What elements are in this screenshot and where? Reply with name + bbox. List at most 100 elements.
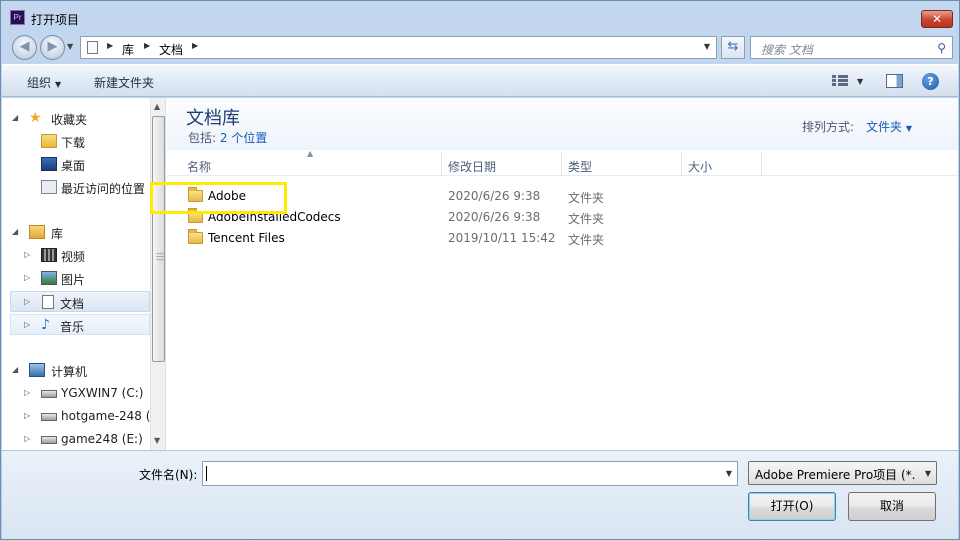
picture-icon <box>41 271 57 285</box>
arrange-by-label: 排列方式: <box>802 120 855 134</box>
drive-icon <box>41 436 57 444</box>
open-button[interactable]: 打开(O) <box>748 492 836 521</box>
title-bar: Pr 打开项目 ✕ <box>1 1 959 35</box>
chevron-down-icon: ▼ <box>905 124 912 133</box>
text-cursor <box>206 466 207 481</box>
collapse-arrow-icon[interactable]: ▷ <box>24 388 30 397</box>
file-name: Tencent Files <box>208 231 285 245</box>
back-button[interactable]: ◀ <box>12 35 37 60</box>
desktop-icon <box>41 157 57 171</box>
sidebar-item-favorites[interactable]: ◢ ★ 收藏夹 <box>10 108 150 129</box>
file-date: 2020/6/26 9:38 <box>448 210 541 224</box>
sidebar-item-pictures[interactable]: ▷ 图片 <box>10 268 150 289</box>
sidebar-item-recent-places[interactable]: 最近访问的位置 <box>10 177 150 198</box>
refresh-icon: ⇆ <box>727 39 739 54</box>
help-icon[interactable]: ? <box>922 73 939 90</box>
close-button[interactable]: ✕ <box>921 10 953 28</box>
sidebar-item-videos[interactable]: ▷ 视频 <box>10 245 150 266</box>
search-input[interactable]: 搜索 文档 <box>761 41 813 58</box>
collapse-arrow-icon[interactable]: ▷ <box>24 434 30 443</box>
video-icon <box>41 248 57 262</box>
arrange-by-value: 文件夹 <box>866 120 903 134</box>
scroll-up-arrow-icon[interactable]: ▲ <box>154 102 160 111</box>
open-project-dialog: Pr 打开项目 ✕ ◀ ▶ ▼ ▶ 库 ▶ 文档 ▶ ▼ ⇆ 搜索 文档 ⚲ 组… <box>0 0 960 540</box>
organize-label: 组织 <box>27 76 52 90</box>
file-row-tencent-files[interactable]: Tencent Files 2019/10/11 15:42 文件夹 <box>185 228 745 249</box>
file-date: 2020/6/26 9:38 <box>448 189 541 203</box>
refresh-button[interactable]: ⇆ <box>721 36 745 59</box>
column-header: ▲ 名称 修改日期 类型 大小 <box>167 149 958 176</box>
forward-button[interactable]: ▶ <box>40 35 65 60</box>
filename-label: 文件名(N): <box>139 468 198 482</box>
breadcrumb-separator-icon[interactable]: ▶ <box>144 41 150 50</box>
document-icon <box>87 41 98 54</box>
view-options-icon[interactable] <box>832 75 848 87</box>
sidebar-item-label: 下载 <box>61 136 86 150</box>
sidebar-item-drive-e[interactable]: ▷ game248 (E:) <box>10 429 150 450</box>
search-icon[interactable]: ⚲ <box>937 41 946 55</box>
breadcrumb-documents[interactable]: 文档 <box>159 41 183 58</box>
filetype-value: Adobe Premiere Pro项目 (*. <box>755 468 916 482</box>
downloads-folder-icon <box>41 134 57 148</box>
scroll-down-arrow-icon[interactable]: ▼ <box>154 436 160 445</box>
expand-arrow-icon[interactable]: ◢ <box>12 227 18 236</box>
cancel-button[interactable]: 取消 <box>848 492 936 521</box>
navigation-pane: ◢ ★ 收藏夹 下载 桌面 最近访问的位置 ◢ 库 ▷ 视频 ▷ 图片 ▷ 文档… <box>2 98 166 450</box>
grip-icon: — — — <box>156 249 164 264</box>
command-toolbar: 组织 ▼ 新建文件夹 ▼ ? <box>2 64 958 97</box>
scroll-thumb[interactable]: — — — <box>152 116 165 362</box>
sidebar-item-desktop[interactable]: 桌面 <box>10 154 150 175</box>
sidebar-item-documents[interactable]: ▷ 文档 <box>10 291 150 312</box>
filename-input[interactable]: ▼ <box>202 461 738 486</box>
preview-pane-icon[interactable] <box>886 74 903 88</box>
column-modified-date[interactable]: 修改日期 <box>442 152 562 176</box>
includes-locations-link[interactable]: 2 个位置 <box>220 131 267 145</box>
file-list-pane: 文档库 包括: 2 个位置 排列方式: 文件夹 ▼ ▲ 名称 修改日期 类型 大… <box>167 98 958 450</box>
file-date: 2019/10/11 15:42 <box>448 231 556 245</box>
file-type: 文件夹 <box>568 212 605 226</box>
sidebar-item-downloads[interactable]: 下载 <box>10 131 150 152</box>
sidebar-item-computer[interactable]: ◢ 计算机 <box>10 360 150 381</box>
sidebar-item-libraries[interactable]: ◢ 库 <box>10 222 150 243</box>
column-type[interactable]: 类型 <box>562 152 682 176</box>
collapse-arrow-icon[interactable]: ▷ <box>24 297 30 306</box>
chevron-down-icon[interactable]: ▼ <box>925 469 931 478</box>
sidebar-item-label: 收藏夹 <box>51 113 88 127</box>
address-bar[interactable]: ▶ 库 ▶ 文档 ▶ ▼ <box>80 36 717 59</box>
filename-dropdown-icon[interactable]: ▼ <box>726 469 732 478</box>
breadcrumb-separator-icon[interactable]: ▶ <box>192 41 198 50</box>
breadcrumb-libraries[interactable]: 库 <box>122 41 134 58</box>
collapse-arrow-icon[interactable]: ▷ <box>24 273 30 282</box>
sidebar-item-music[interactable]: ▷ ♪ 音乐 <box>10 314 150 335</box>
collapse-arrow-icon[interactable]: ▷ <box>24 411 30 420</box>
collapse-arrow-icon[interactable]: ▷ <box>24 320 30 329</box>
recent-places-icon <box>41 180 57 194</box>
search-box[interactable]: 搜索 文档 ⚲ <box>750 36 953 59</box>
sidebar-item-label: 计算机 <box>51 365 88 379</box>
file-type: 文件夹 <box>568 233 605 247</box>
expand-arrow-icon[interactable]: ◢ <box>12 365 18 374</box>
sidebar-item-drive-c[interactable]: ▷ YGXWIN7 (C:) <box>10 383 150 404</box>
recent-locations-dropdown-icon[interactable]: ▼ <box>67 42 73 51</box>
sidebar-item-drive-i[interactable]: ▷ hotgame-248 (I <box>10 406 150 427</box>
includes-label: 包括: <box>188 131 217 145</box>
sidebar-item-label: 最近访问的位置 <box>61 182 146 196</box>
organize-button[interactable]: 组织 ▼ <box>27 74 61 91</box>
column-size[interactable]: 大小 <box>682 152 762 176</box>
new-folder-button[interactable]: 新建文件夹 <box>94 74 154 91</box>
view-dropdown-icon[interactable]: ▼ <box>857 77 863 86</box>
column-name[interactable]: 名称 <box>181 152 442 176</box>
chevron-down-icon: ▼ <box>55 80 62 89</box>
filetype-select[interactable]: Adobe Premiere Pro项目 (*. ▼ <box>748 461 937 485</box>
window-title: 打开项目 <box>31 13 80 27</box>
expand-arrow-icon[interactable]: ◢ <box>12 113 18 122</box>
sidebar-item-label: YGXWIN7 (C:) <box>61 386 144 400</box>
collapse-arrow-icon[interactable]: ▷ <box>24 250 30 259</box>
navigation-scrollbar[interactable]: ▲ — — — ▼ <box>150 98 165 450</box>
music-note-icon: ♪ <box>41 317 50 333</box>
library-icon <box>29 225 45 239</box>
main-area: ◢ ★ 收藏夹 下载 桌面 最近访问的位置 ◢ 库 ▷ 视频 ▷ 图片 ▷ 文档… <box>2 98 958 450</box>
address-dropdown-icon[interactable]: ▼ <box>704 42 710 51</box>
arrange-by-dropdown[interactable]: 文件夹 ▼ <box>866 118 912 135</box>
breadcrumb-separator-icon[interactable]: ▶ <box>107 41 113 50</box>
